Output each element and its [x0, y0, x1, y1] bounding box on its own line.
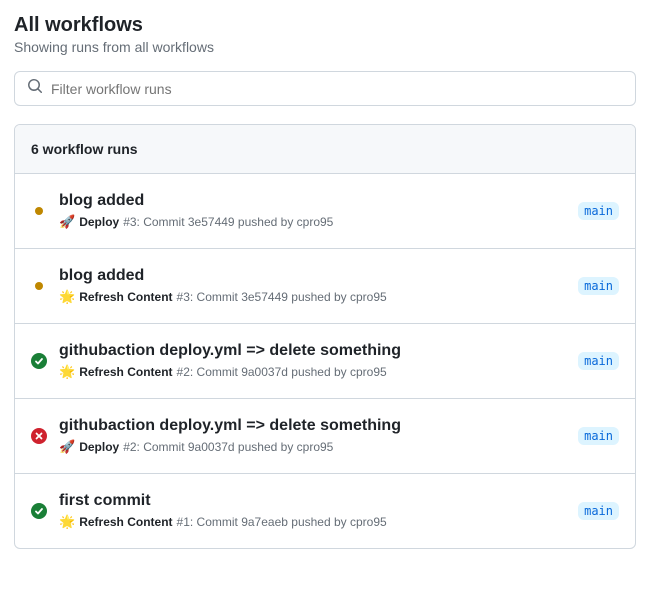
workflow-run-item[interactable]: githubaction deploy.yml => delete someth… [15, 399, 635, 474]
run-title-link[interactable]: blog added [59, 267, 566, 285]
branch-badge[interactable]: main [578, 277, 619, 295]
filter-box[interactable] [14, 71, 636, 106]
branch-badge[interactable]: main [578, 502, 619, 520]
run-main: blog added 🚀 Deploy #3: Commit 3e57449 pus… [59, 192, 566, 230]
runs-count: 6 workflow runs [15, 125, 635, 174]
run-meta: #1: Commit 9a7eaeb pushed by cpro95 [177, 515, 387, 529]
workflow-name: Deploy [79, 440, 119, 454]
workflow-emoji-icon: 🌟 [59, 514, 75, 530]
run-subtitle: 🚀 Deploy #2: Commit 9a0037d pushed by cpr… [59, 439, 566, 455]
branch-badge[interactable]: main [578, 427, 619, 445]
workflow-run-item[interactable]: first commit 🌟 Refresh Content #1: Commit … [15, 474, 635, 548]
run-meta: #2: Commit 9a0037d pushed by cpro95 [123, 440, 333, 454]
run-subtitle: 🌟 Refresh Content #2: Commit 9a0037d push… [59, 364, 566, 380]
pending-status-icon [31, 203, 47, 219]
workflow-emoji-icon: 🌟 [59, 364, 75, 380]
run-subtitle: 🌟 Refresh Content #1: Commit 9a7eaeb push… [59, 514, 566, 530]
workflow-emoji-icon: 🌟 [59, 289, 75, 305]
branch-badge[interactable]: main [578, 352, 619, 370]
success-status-icon [31, 353, 47, 369]
run-title-link[interactable]: githubaction deploy.yml => delete someth… [59, 342, 566, 360]
run-main: githubaction deploy.yml => delete someth… [59, 342, 566, 380]
run-title-link[interactable]: blog added [59, 192, 566, 210]
page-subtitle: Showing runs from all workflows [14, 39, 636, 55]
workflow-name: Refresh Content [79, 365, 172, 379]
run-subtitle: 🌟 Refresh Content #3: Commit 3e57449 push… [59, 289, 566, 305]
run-subtitle: 🚀 Deploy #3: Commit 3e57449 pushed by cpr… [59, 214, 566, 230]
workflow-name: Refresh Content [79, 290, 172, 304]
workflow-name: Refresh Content [79, 515, 172, 529]
branch-badge[interactable]: main [578, 202, 619, 220]
pending-status-icon [31, 278, 47, 294]
workflow-emoji-icon: 🚀 [59, 439, 75, 455]
search-icon [27, 78, 43, 99]
workflow-name: Deploy [79, 215, 119, 229]
failure-status-icon [31, 428, 47, 444]
run-title-link[interactable]: githubaction deploy.yml => delete someth… [59, 417, 566, 435]
workflow-run-item[interactable]: blog added 🚀 Deploy #3: Commit 3e57449 pus… [15, 174, 635, 249]
run-main: first commit 🌟 Refresh Content #1: Commit … [59, 492, 566, 530]
workflow-runs-list: 6 workflow runs blog added 🚀 Deploy #3: Co… [14, 124, 636, 549]
run-meta: #3: Commit 3e57449 pushed by cpro95 [177, 290, 387, 304]
run-title-link[interactable]: first commit [59, 492, 566, 510]
run-main: githubaction deploy.yml => delete someth… [59, 417, 566, 455]
workflow-run-item[interactable]: blog added 🌟 Refresh Content #3: Commit 3e… [15, 249, 635, 324]
success-status-icon [31, 503, 47, 519]
workflow-emoji-icon: 🚀 [59, 214, 75, 230]
run-meta: #3: Commit 3e57449 pushed by cpro95 [123, 215, 333, 229]
page-title: All workflows [14, 14, 636, 37]
workflow-run-item[interactable]: githubaction deploy.yml => delete someth… [15, 324, 635, 399]
filter-input[interactable] [51, 81, 623, 97]
run-main: blog added 🌟 Refresh Content #3: Commit 3e… [59, 267, 566, 305]
run-meta: #2: Commit 9a0037d pushed by cpro95 [177, 365, 387, 379]
